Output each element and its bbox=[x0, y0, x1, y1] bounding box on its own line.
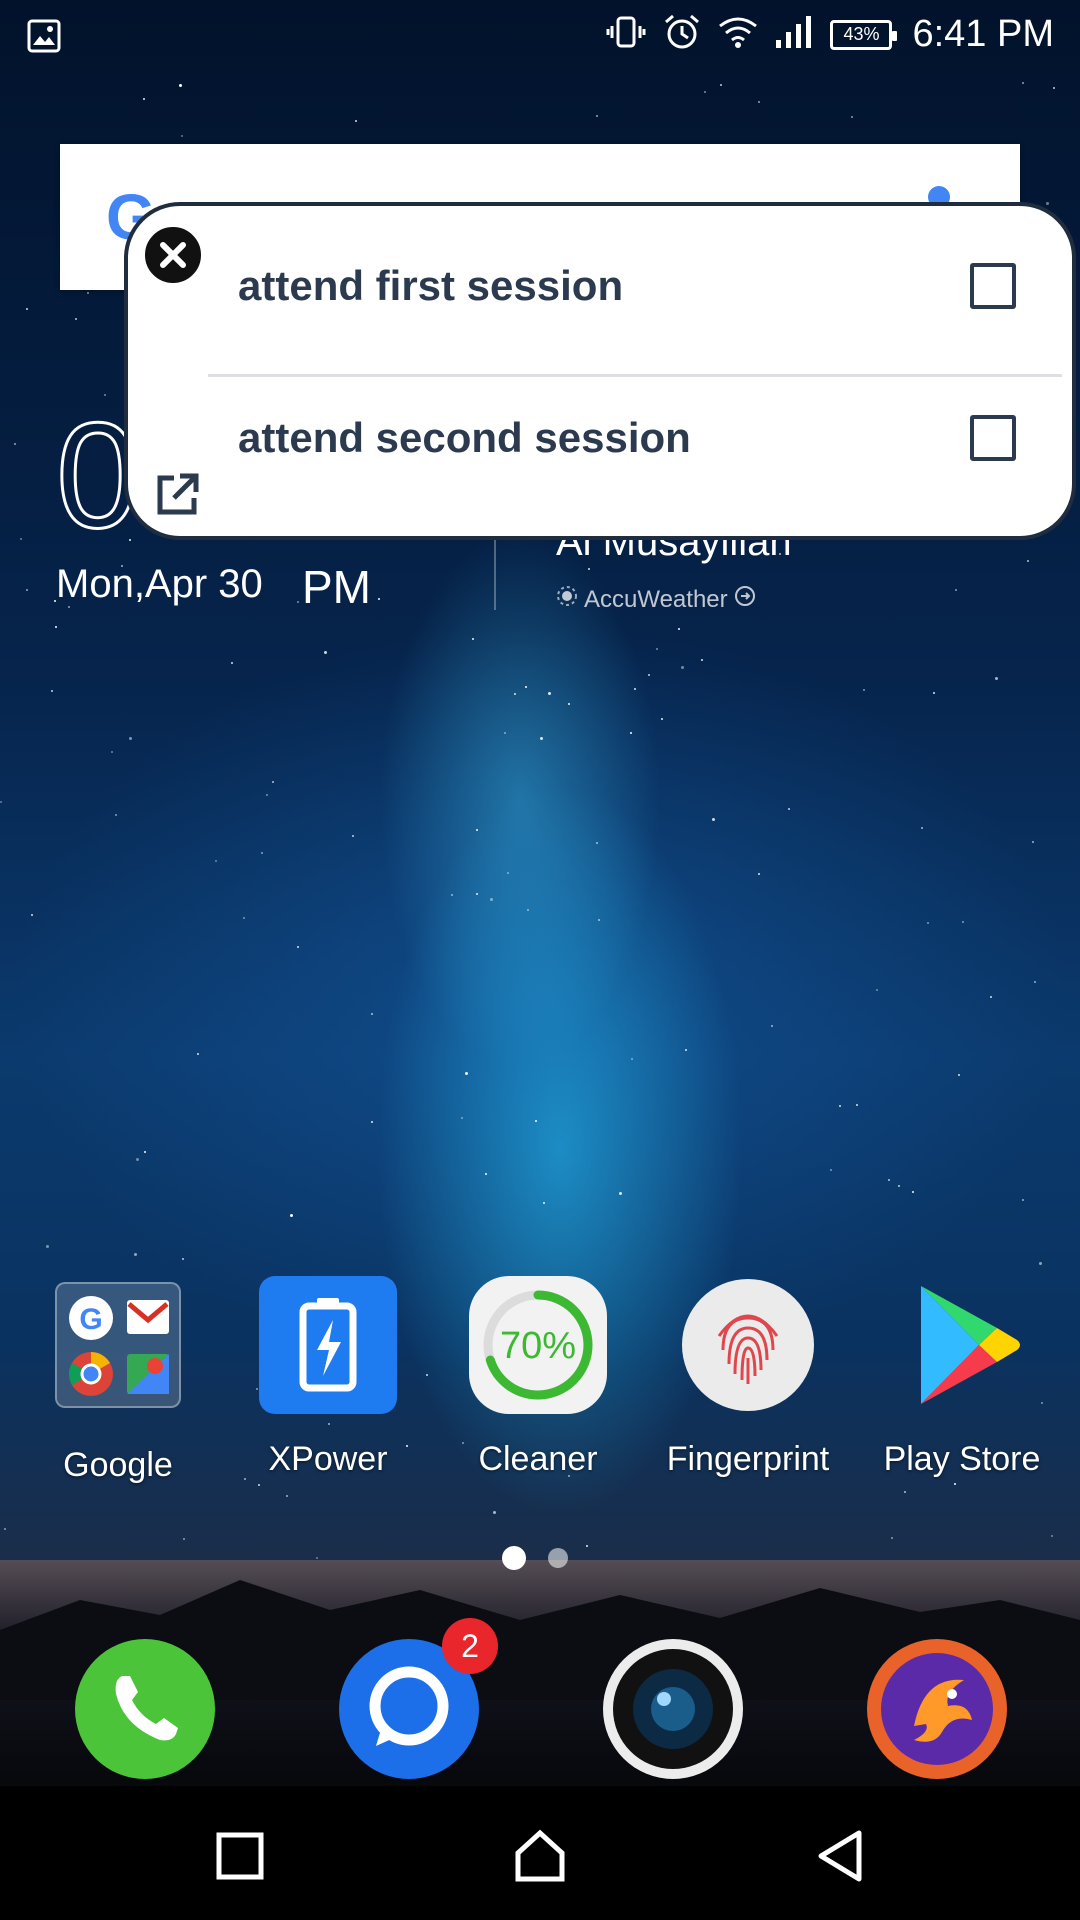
cleaner-gauge-icon: 70% bbox=[469, 1276, 607, 1414]
svg-text:G: G bbox=[79, 1303, 102, 1336]
app-xpower[interactable]: XPower bbox=[223, 1276, 433, 1479]
open-external-icon[interactable] bbox=[152, 470, 202, 520]
alarm-icon bbox=[662, 12, 702, 57]
google-folder-icon: G bbox=[49, 1282, 187, 1420]
phoenix-browser-icon bbox=[867, 1639, 1007, 1779]
signal-icon bbox=[774, 14, 814, 55]
app-grid: G Google XPower 70% Cleaner Fingerprint … bbox=[0, 1276, 1080, 1486]
page-indicator[interactable] bbox=[502, 1546, 568, 1570]
home-button[interactable] bbox=[500, 1816, 580, 1896]
navigation-bar bbox=[0, 1786, 1080, 1920]
arrow-circle-icon bbox=[734, 585, 756, 614]
dock: 2 bbox=[0, 1618, 1080, 1782]
checkbox[interactable] bbox=[970, 263, 1016, 309]
app-label: XPower bbox=[268, 1440, 388, 1478]
app-google-folder[interactable]: G Google bbox=[13, 1276, 223, 1485]
fingerprint-icon bbox=[679, 1276, 817, 1414]
app-label: Play Store bbox=[883, 1440, 1041, 1478]
notification-badge: 2 bbox=[442, 1618, 498, 1674]
wifi-icon bbox=[718, 14, 758, 55]
app-label: Google bbox=[63, 1446, 173, 1484]
cleaner-percent: 70% bbox=[500, 1325, 576, 1367]
messages-app[interactable]: 2 bbox=[336, 1618, 498, 1782]
recent-apps-button[interactable] bbox=[200, 1816, 280, 1896]
back-button[interactable] bbox=[800, 1816, 880, 1896]
app-fingerprint[interactable]: Fingerprint bbox=[643, 1276, 853, 1479]
weather-provider[interactable]: AccuWeather bbox=[556, 585, 756, 614]
status-time: 6:41 PM bbox=[912, 13, 1054, 55]
gallery-icon bbox=[26, 18, 62, 59]
app-label: Cleaner bbox=[478, 1440, 598, 1478]
status-bar: 43% 6:41 PM bbox=[0, 0, 1080, 74]
checklist-item-label: attend second session bbox=[238, 414, 691, 461]
home-icon bbox=[515, 1829, 565, 1882]
weather-provider-label: AccuWeather bbox=[584, 585, 728, 613]
app-label: Fingerprint bbox=[666, 1440, 830, 1478]
close-icon[interactable] bbox=[142, 224, 204, 286]
checklist-item[interactable]: attend second session bbox=[128, 368, 1072, 508]
phone-app[interactable] bbox=[72, 1636, 218, 1782]
vibrate-icon bbox=[606, 12, 646, 57]
app-cleaner[interactable]: 70% Cleaner bbox=[433, 1276, 643, 1479]
battery-icon: 43% bbox=[830, 19, 898, 50]
clock-widget-ampm: PM bbox=[302, 561, 371, 613]
sun-icon bbox=[556, 585, 578, 614]
home-page-dot bbox=[502, 1546, 526, 1570]
camera-icon bbox=[603, 1639, 743, 1779]
battery-bolt-icon bbox=[259, 1276, 397, 1414]
clock-widget-divider bbox=[494, 540, 496, 610]
page-dot bbox=[548, 1548, 568, 1568]
back-icon bbox=[818, 1830, 862, 1882]
checklist-popup: attend first session attend second sessi… bbox=[124, 202, 1076, 540]
clock-widget-date: Mon,Apr 30 bbox=[56, 562, 263, 606]
camera-app[interactable] bbox=[600, 1636, 746, 1782]
play-store-icon bbox=[893, 1276, 1031, 1414]
checkbox[interactable] bbox=[970, 415, 1016, 461]
browser-app[interactable] bbox=[864, 1636, 1010, 1782]
phone-icon bbox=[75, 1639, 215, 1779]
battery-percent: 43% bbox=[843, 24, 880, 44]
checklist-item[interactable]: attend first session bbox=[128, 216, 1072, 356]
checklist-item-label: attend first session bbox=[238, 262, 624, 309]
square-icon bbox=[216, 1832, 264, 1880]
app-play-store[interactable]: Play Store bbox=[857, 1276, 1067, 1479]
